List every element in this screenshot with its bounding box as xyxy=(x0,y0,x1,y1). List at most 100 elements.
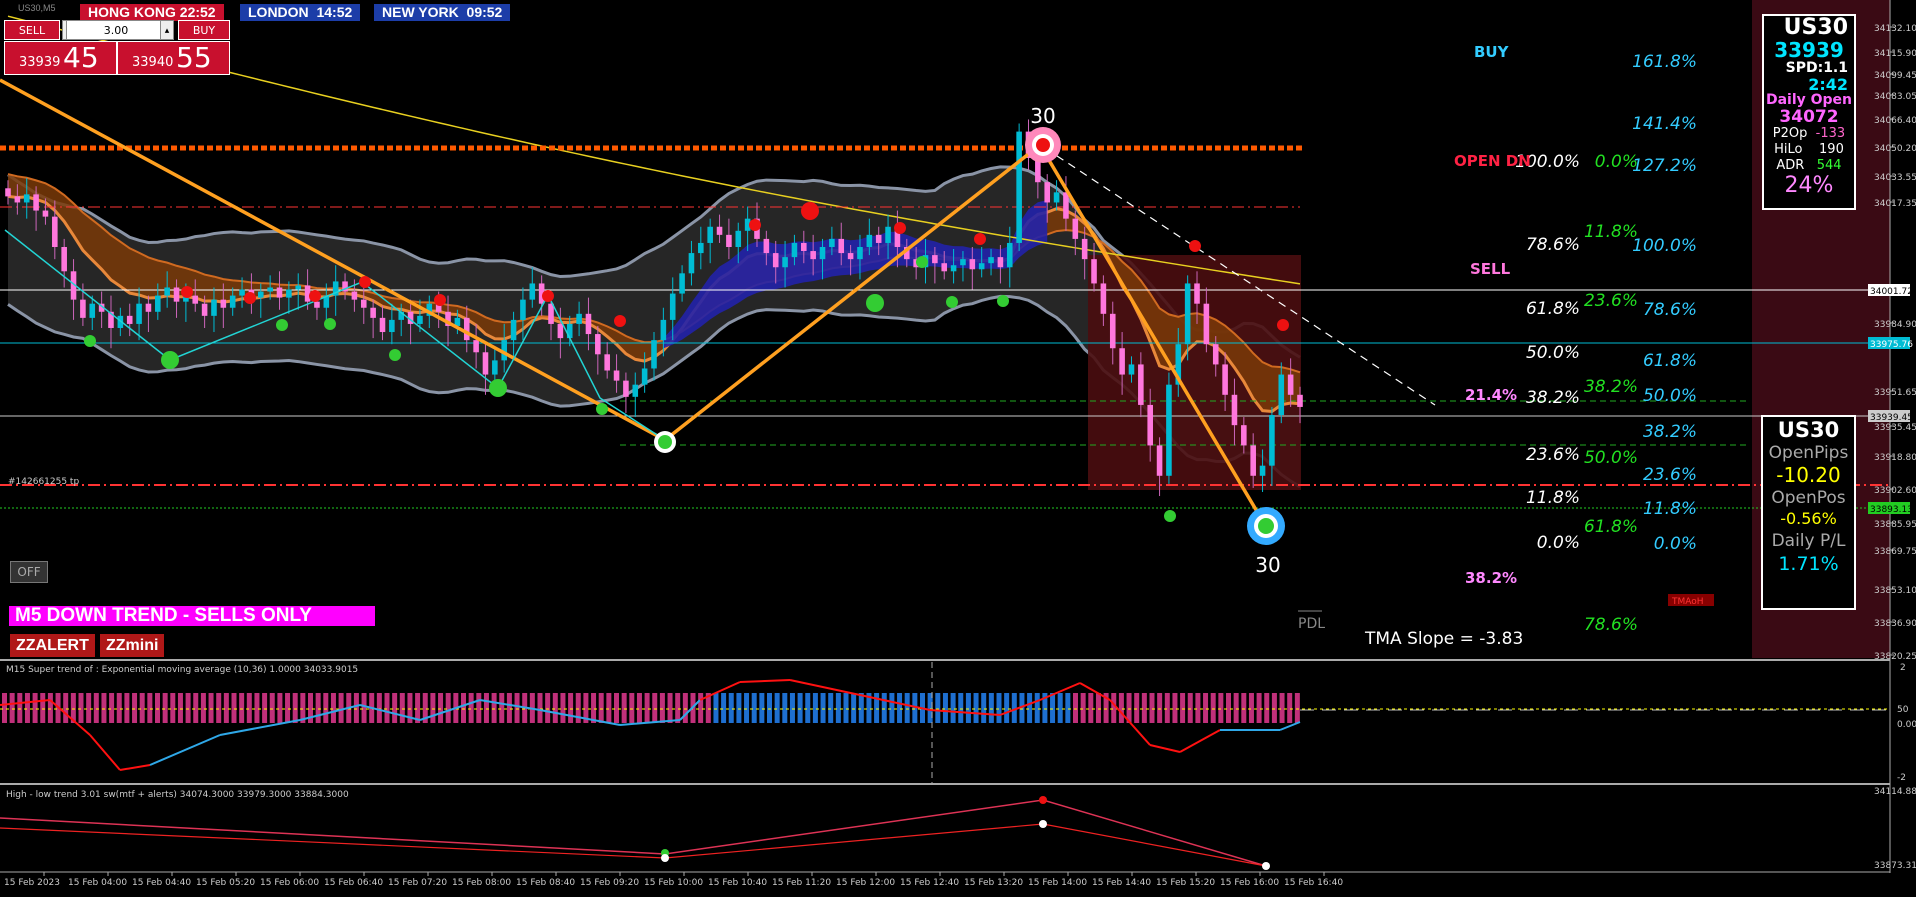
buy-signal-dot xyxy=(997,295,1009,307)
supertrend-bar xyxy=(1080,693,1086,723)
buy-button[interactable]: BUY xyxy=(178,20,230,40)
buy-signal-dot xyxy=(84,335,96,347)
supertrend-bar xyxy=(223,693,229,723)
zigzag-top-label: 30 xyxy=(1030,104,1055,128)
candle-body xyxy=(716,226,723,235)
supertrend-bar xyxy=(124,693,130,723)
supertrend-bar xyxy=(1134,693,1140,723)
supertrend-bar xyxy=(1233,693,1239,723)
candle-body xyxy=(42,210,49,217)
supertrend-bar xyxy=(973,693,979,723)
supertrend-bar xyxy=(445,693,451,723)
supertrend-bar xyxy=(636,693,642,723)
clock-label: LONDON xyxy=(248,4,309,20)
buy-signal-dot xyxy=(946,296,958,308)
candle-body xyxy=(829,238,835,248)
supertrend-bar xyxy=(942,693,948,723)
supertrend-bar xyxy=(376,693,382,723)
supertrend-bar xyxy=(1157,693,1163,723)
buy-signal-dot xyxy=(916,256,928,268)
supertrend-bar xyxy=(614,693,619,723)
sell-signal-dot xyxy=(359,276,371,288)
zigzag-bottom-label: 30 xyxy=(1255,553,1280,577)
pnl-panel: US30 OpenPips -10.20 OpenPos -0.56% Dail… xyxy=(1761,415,1856,610)
supertrend-bar xyxy=(47,693,53,723)
candle-body xyxy=(604,354,610,371)
fib-label-cyan: 100.0% xyxy=(1632,236,1697,256)
lot-size-input[interactable]: 3.00 xyxy=(66,20,166,40)
lot-increase-button[interactable]: ▴ xyxy=(160,20,174,40)
price-tick-label: 33893.13 xyxy=(1870,505,1913,515)
sell-signal-dot xyxy=(542,290,554,302)
candle-body xyxy=(997,257,1004,268)
swing-low-dot xyxy=(1262,862,1270,870)
candle-body xyxy=(360,299,367,308)
candle-body xyxy=(164,287,170,296)
candle-body xyxy=(52,216,58,248)
supertrend-bar xyxy=(399,693,405,723)
candle-body xyxy=(548,303,554,324)
fib-label-cyan: 38.2% xyxy=(1643,422,1697,442)
supertrend-bar xyxy=(239,693,245,723)
info-row-value: 190 xyxy=(1819,142,1844,157)
fib-label-green: 38.2% xyxy=(1584,377,1638,397)
sell-button[interactable]: SELL xyxy=(4,20,60,40)
clock-label: NEW YORK xyxy=(382,4,459,20)
chart-background xyxy=(0,0,1916,893)
supertrend-bar xyxy=(1034,693,1040,723)
price-tick-label: 33951.65 xyxy=(1874,388,1916,398)
pnl-open-pips: -10.20 xyxy=(1776,463,1841,487)
bid-price-button[interactable]: 33939 45 xyxy=(4,41,117,75)
candle-body xyxy=(89,303,96,318)
candle-body xyxy=(1128,364,1135,375)
supertrend-bar xyxy=(338,693,344,723)
supertrend-bar xyxy=(24,693,30,723)
candle-body xyxy=(61,247,67,272)
supertrend-bar xyxy=(812,693,818,723)
fib-label-green: 23.6% xyxy=(1584,291,1638,311)
info-row-hilo: HiLo 190 xyxy=(1764,142,1854,158)
candle-body xyxy=(875,234,882,243)
candle-body xyxy=(885,226,891,243)
candle xyxy=(1166,372,1172,484)
supertrend-bar xyxy=(514,693,520,723)
info-spread: SPD:1.1 xyxy=(1785,60,1848,76)
candle-body xyxy=(978,263,985,270)
supertrend-bar xyxy=(606,693,612,723)
candle-body xyxy=(173,287,180,302)
zzalert-button[interactable]: ZZALERT xyxy=(10,634,95,657)
supertrend-bar xyxy=(537,693,543,723)
candle-body xyxy=(960,259,966,266)
candle-body xyxy=(1091,259,1097,284)
candle-body xyxy=(726,234,732,248)
supertrend-bar xyxy=(828,693,834,723)
clock-label: HONG KONG xyxy=(88,4,176,20)
candle-body xyxy=(1278,374,1285,416)
supertrend-bar xyxy=(889,693,895,723)
fib-label-cyan: 78.6% xyxy=(1643,300,1697,320)
supertrend-bar xyxy=(177,693,183,723)
price-tick-label: 33902.60 xyxy=(1874,486,1916,496)
candle-body xyxy=(810,251,816,260)
candle-body xyxy=(707,226,713,243)
candle-body xyxy=(1231,394,1238,426)
supertrend-bar xyxy=(1248,693,1254,723)
supertrend-bar xyxy=(728,693,734,723)
supertrend-bar xyxy=(269,693,275,723)
supertrend-bar xyxy=(1195,693,1201,723)
supertrend-bar xyxy=(1294,693,1300,723)
ask-price-button[interactable]: 33940 55 xyxy=(117,41,230,75)
supertrend-bar xyxy=(552,693,558,723)
off-toggle-button[interactable]: OFF xyxy=(10,561,48,583)
supertrend-bar xyxy=(476,693,482,723)
candle-body xyxy=(557,323,564,339)
supertrend-bar xyxy=(568,693,574,723)
supertrend-bar xyxy=(1149,693,1155,723)
fib-label-cyan: 11.8% xyxy=(1643,499,1697,519)
supertrend-bar xyxy=(262,693,268,723)
candle-body xyxy=(473,340,479,353)
candle-body xyxy=(492,360,498,375)
supertrend-bar xyxy=(820,693,826,723)
supertrend-bar xyxy=(9,693,15,723)
zzmini-button[interactable]: ZZmini xyxy=(100,634,165,657)
